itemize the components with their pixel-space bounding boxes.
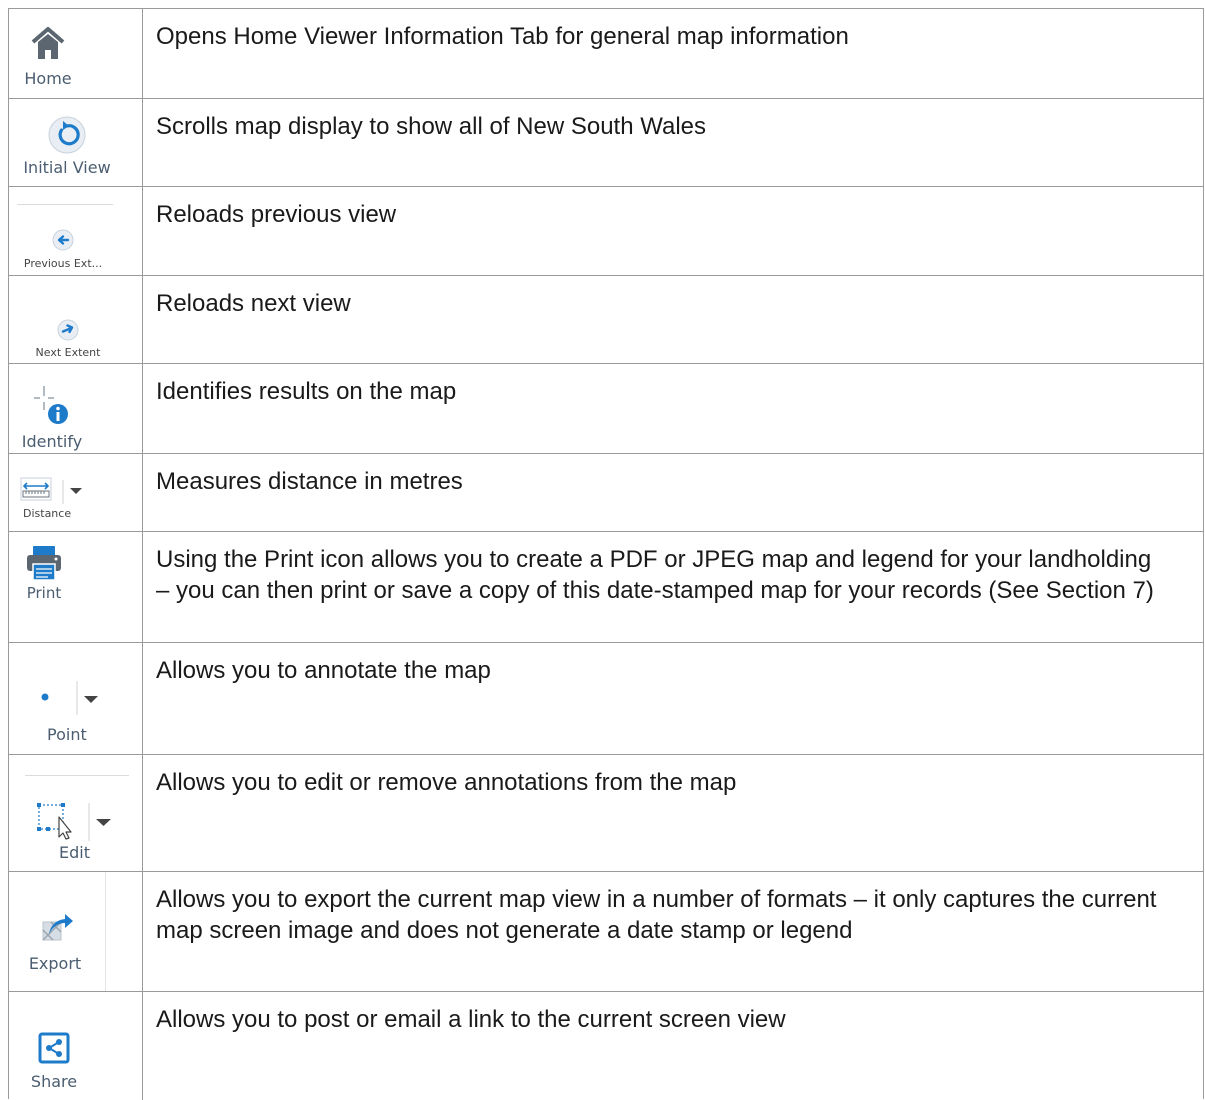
- tool-label: Distance: [23, 507, 72, 520]
- tool-label: Point: [47, 725, 87, 744]
- next-extent-icon: [57, 319, 79, 341]
- home-icon: [31, 27, 65, 59]
- table-row: Print Using the Print icon allows you to…: [9, 532, 1203, 643]
- tool-label: Share: [30, 1072, 78, 1091]
- table-row: Identify Identifies results on the map: [9, 364, 1203, 454]
- identify-button[interactable]: Identify: [19, 384, 85, 451]
- tool-icon-cell: Identify: [9, 364, 143, 453]
- tool-icon-cell: Print: [9, 532, 143, 642]
- tool-label: Identify: [21, 432, 83, 451]
- identify-icon: [34, 386, 68, 424]
- tool-icon-cell: Edit: [9, 755, 143, 871]
- tool-description: Reloads previous view: [156, 201, 397, 228]
- printer-icon: [27, 546, 61, 581]
- tool-description: Allows you to export the current map vie…: [156, 886, 1157, 944]
- tool-label: Next Extent: [35, 346, 101, 359]
- chevron-down-icon: [84, 696, 98, 703]
- initial-view-button[interactable]: Initial View: [21, 115, 113, 177]
- share-icon: [38, 1032, 70, 1064]
- initial-view-icon: [48, 116, 86, 154]
- point-button[interactable]: Point: [31, 679, 103, 744]
- tool-label: Initial View: [23, 158, 111, 177]
- export-button[interactable]: Export: [25, 908, 85, 973]
- tool-icon-cell: Distance: [9, 454, 143, 531]
- tool-description: Measures distance in metres: [156, 468, 463, 495]
- table-row: Distance Measures distance in metres: [9, 454, 1203, 532]
- tool-description: Scrolls map display to show all of New S…: [156, 113, 707, 140]
- table-row: Share Allows you to post or email a link…: [9, 992, 1203, 1100]
- point-icon: [41, 681, 98, 715]
- table-row: Home Opens Home Viewer Information Tab f…: [9, 9, 1203, 99]
- tool-icon-cell: Initial View: [9, 99, 143, 186]
- share-button[interactable]: Share: [25, 1032, 83, 1091]
- tool-description: Allows you to edit or remove annotations…: [156, 769, 737, 796]
- tool-label: Print: [26, 584, 62, 602]
- tool-label: Edit: [59, 843, 90, 862]
- next-extent-button[interactable]: Next Extent: [24, 318, 112, 359]
- table-row: Edit Allows you to edit or remove annota…: [9, 755, 1203, 872]
- tool-description: Allows you to post or email a link to th…: [156, 1006, 786, 1033]
- edit-button[interactable]: Edit: [35, 795, 119, 862]
- chevron-down-icon: [96, 819, 111, 826]
- print-button[interactable]: Print: [19, 544, 69, 602]
- tool-description: Using the Print icon allows you to creat…: [156, 546, 1154, 604]
- tool-icon-cell: Share: [9, 992, 143, 1100]
- table-row: Export Allows you to export the current …: [9, 872, 1203, 992]
- table-row: Initial View Scrolls map display to show…: [9, 99, 1203, 187]
- previous-extent-button[interactable]: Previous Ext...: [19, 228, 107, 270]
- previous-extent-icon: [52, 229, 74, 251]
- chevron-down-icon: [70, 488, 82, 494]
- export-icon: [42, 914, 73, 941]
- edit-select-icon: [37, 803, 111, 841]
- tool-description: Allows you to annotate the map: [156, 657, 491, 684]
- table-row: Previous Ext... Reloads previous view: [9, 187, 1203, 276]
- home-button[interactable]: Home: [21, 25, 75, 88]
- tool-icon-cell: Home: [9, 9, 143, 98]
- tool-icon-cell: Previous Ext...: [9, 187, 143, 275]
- tool-icon-cell: Export: [9, 872, 143, 991]
- measure-distance-icon: [20, 477, 82, 504]
- tool-label: Home: [24, 69, 72, 88]
- tool-label: Export: [28, 954, 82, 973]
- tool-description: Identifies results on the map: [156, 378, 457, 405]
- measure-distance-button[interactable]: Distance: [15, 476, 87, 520]
- tool-description: Opens Home Viewer Information Tab for ge…: [156, 23, 849, 50]
- tool-icon-cell: Next Extent: [9, 276, 143, 363]
- tool-label: Previous Ext...: [23, 257, 103, 270]
- tool-description: Reloads next view: [156, 290, 351, 317]
- tool-icon-cell: Point: [9, 643, 143, 754]
- table-row: Next Extent Reloads next view: [9, 276, 1203, 364]
- toolbar-reference-table: Home Opens Home Viewer Information Tab f…: [8, 8, 1204, 1100]
- table-row: Point Allows you to annotate the map: [9, 643, 1203, 755]
